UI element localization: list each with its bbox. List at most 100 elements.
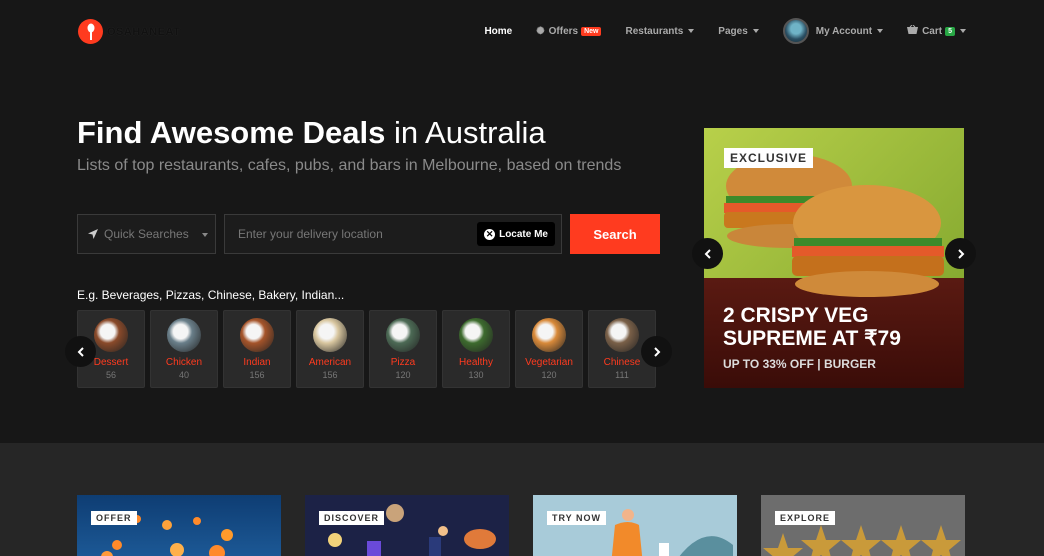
offers-icon: ✺	[536, 25, 545, 37]
category-name: Chicken	[165, 357, 203, 368]
search-button[interactable]: Search	[570, 214, 660, 254]
location-arrow-icon	[88, 229, 98, 239]
hero-title-light: in Australia	[385, 115, 546, 150]
nav-cart[interactable]: Cart 5	[907, 24, 966, 37]
category-image	[459, 318, 493, 352]
spoon-icon	[78, 19, 103, 44]
category-tile[interactable]: Pizza 120	[369, 310, 437, 388]
chevron-down-icon	[202, 233, 208, 237]
promo-banner[interactable]: EXCLUSIVE 2 CRISPY VEG SUPREME AT ₹79 UP…	[704, 128, 964, 388]
category-next-button[interactable]	[641, 336, 672, 367]
promo-tag: EXCLUSIVE	[724, 148, 814, 168]
nav-offers[interactable]: ✺ Offers New	[536, 25, 602, 37]
category-image	[532, 318, 566, 352]
chevron-down-icon	[688, 29, 695, 33]
promo-next-button[interactable]	[945, 238, 976, 269]
category-count: 120	[541, 370, 557, 380]
offers-section: OFFER DISCOVER TRY NOW EXPLORE	[0, 443, 1044, 556]
chevron-left-icon	[704, 248, 711, 259]
nav-restaurants[interactable]: Restaurants	[625, 25, 695, 37]
lanterns-image	[101, 515, 233, 556]
offer-card-tag: TRY NOW	[547, 511, 606, 525]
nav-cart-label: Cart	[922, 25, 943, 37]
category-count: 156	[249, 370, 265, 380]
chevron-right-icon	[957, 248, 964, 259]
new-badge: New	[581, 26, 602, 36]
offer-card-tag: DISCOVER	[319, 511, 385, 525]
main-nav: Home ✺ Offers New Restaurants Pages My A…	[460, 17, 966, 45]
promo-headline-line-1: 2 CRISPY VEG	[723, 304, 869, 327]
brand-name: OSAHANEAT	[107, 25, 181, 38]
category-tile[interactable]: American 156	[296, 310, 364, 388]
basket-icon	[907, 24, 919, 37]
hero-subtitle: Lists of top restaurants, cafes, pubs, a…	[77, 157, 622, 174]
nav-pages-label: Pages	[718, 25, 748, 37]
nav-account-label: My Account	[815, 25, 873, 37]
chevron-down-icon	[752, 29, 759, 33]
nav-restaurants-label: Restaurants	[625, 25, 684, 37]
chevron-down-icon	[960, 29, 966, 33]
offer-card-offer[interactable]: OFFER	[77, 495, 281, 556]
hero-title: Find Awesome Deals in Australia	[77, 115, 546, 151]
promo-headline: 2 CRISPY VEG SUPREME AT ₹79	[723, 304, 901, 350]
quick-search-label: Quick Searches	[104, 227, 189, 241]
navbar: OSAHANEAT Home ✺ Offers New Restaurants …	[0, 0, 1044, 62]
category-name: Vegetarian	[525, 357, 573, 368]
category-carousel: Dessert 56 Chicken 40 Indian 156 American 156 Pi…	[77, 310, 660, 388]
chevron-left-icon	[77, 346, 84, 357]
chevron-down-icon	[877, 29, 884, 33]
category-name: Healthy	[459, 357, 493, 368]
brand-logo[interactable]: OSAHANEAT	[78, 19, 180, 44]
shopper-image	[611, 509, 733, 556]
category-track: Dessert 56 Chicken 40 Indian 156 American 156 Pi…	[77, 310, 660, 388]
chevron-right-icon	[653, 346, 660, 357]
category-image	[386, 318, 420, 352]
hero-section: Find Awesome Deals in Australia Lists of…	[0, 62, 1044, 443]
category-count: 156	[322, 370, 338, 380]
delivery-location-input[interactable]	[238, 227, 478, 241]
offer-card-tag: OFFER	[91, 511, 137, 525]
cart-count-badge: 5	[945, 26, 955, 36]
promo-headline-line-2: SUPREME AT ₹79	[723, 327, 901, 350]
promo-prev-button[interactable]	[692, 238, 723, 269]
category-tile[interactable]: Healthy 130	[442, 310, 510, 388]
category-tile[interactable]: Chicken 40	[150, 310, 218, 388]
quick-search-select[interactable]: Quick Searches	[77, 214, 216, 254]
offer-card-try-now[interactable]: TRY NOW	[533, 495, 737, 556]
category-name: Dessert	[93, 357, 129, 368]
nav-pages[interactable]: Pages	[718, 25, 759, 37]
offer-card-tag: EXPLORE	[775, 511, 836, 525]
nav-home[interactable]: Home	[484, 26, 512, 37]
category-count: 111	[615, 370, 629, 380]
category-count: 56	[105, 370, 116, 380]
hero-title-bold: Find Awesome Deals	[77, 115, 386, 150]
search-examples: E.g. Beverages, Pizzas, Chinese, Bakery,…	[77, 288, 345, 302]
category-image	[94, 318, 128, 352]
category-tile[interactable]: Indian 156	[223, 310, 291, 388]
offer-card-discover[interactable]: DISCOVER	[305, 495, 509, 556]
avatar	[782, 18, 809, 44]
search-bar: Quick Searches ✕ Locate Me Search	[77, 214, 660, 254]
category-count: 130	[468, 370, 484, 380]
locate-me-label: Locate Me	[499, 228, 548, 240]
category-tile[interactable]: Vegetarian 120	[515, 310, 583, 388]
category-prev-button[interactable]	[65, 336, 96, 367]
category-image	[313, 318, 347, 352]
category-count: 40	[178, 370, 189, 380]
category-name: Indian	[243, 357, 271, 368]
category-count: 120	[395, 370, 411, 380]
planets-image	[328, 504, 496, 556]
category-name: Pizza	[390, 357, 416, 368]
offer-card-explore[interactable]: EXPLORE	[761, 495, 965, 556]
category-image	[605, 318, 639, 352]
nav-home-label: Home	[484, 25, 513, 37]
locate-me-button[interactable]: ✕ Locate Me	[477, 222, 555, 246]
location-field: ✕ Locate Me	[224, 214, 562, 254]
category-name: Chinese	[603, 357, 641, 368]
crosshair-icon: ✕	[484, 228, 496, 240]
promo-subtitle: UP TO 33% OFF | BURGER	[723, 357, 876, 371]
stars-image	[763, 525, 961, 556]
nav-offers-label: Offers	[548, 25, 579, 37]
nav-account[interactable]: My Account	[782, 18, 884, 44]
category-image	[167, 318, 201, 352]
